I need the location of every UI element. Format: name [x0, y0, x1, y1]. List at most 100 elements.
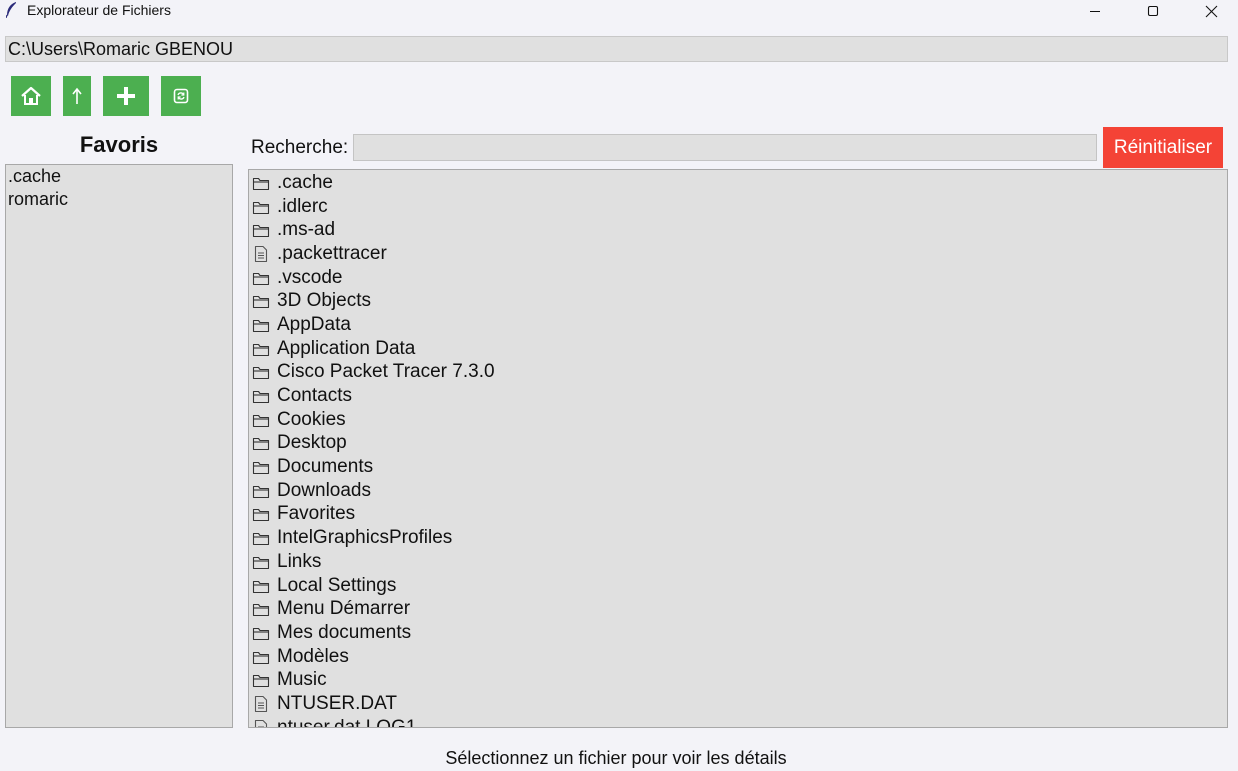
- folder-icon: [251, 647, 271, 667]
- file-row[interactable]: Links: [249, 550, 1227, 574]
- file-row[interactable]: ntuser.dat.LOG1: [249, 716, 1227, 728]
- folder-icon: [251, 410, 271, 430]
- file-name: .cache: [277, 171, 333, 193]
- folder-icon: [251, 362, 271, 382]
- folder-icon: [251, 173, 271, 193]
- file-name: .ms-ad: [277, 219, 336, 241]
- file-row[interactable]: .ms-ad: [249, 218, 1227, 242]
- up-button[interactable]: [63, 76, 91, 116]
- file-list[interactable]: .cache .idlerc .ms-ad .packettracer .vscode 3…: [248, 169, 1228, 728]
- file-name: .packettracer: [277, 242, 387, 264]
- document-icon: [251, 244, 271, 264]
- feather-icon: [5, 2, 18, 19]
- file-row[interactable]: Favorites: [249, 503, 1227, 527]
- title-bar: Explorateur de Fichiers: [0, 0, 1238, 22]
- folder-icon: [251, 197, 271, 217]
- path-bar[interactable]: C:\Users\Romaric GBENOU: [5, 36, 1228, 62]
- window-title: Explorateur de Fichiers: [27, 2, 171, 18]
- file-name: Contacts: [277, 385, 352, 407]
- favorite-item[interactable]: .cache: [6, 165, 232, 188]
- file-row[interactable]: AppData: [249, 313, 1227, 337]
- file-row[interactable]: .idlerc: [249, 195, 1227, 219]
- folder-icon: [251, 339, 271, 359]
- file-row[interactable]: NTUSER.DAT: [249, 692, 1227, 716]
- file-row[interactable]: Documents: [249, 455, 1227, 479]
- file-name: Music: [277, 669, 327, 691]
- file-row[interactable]: Cookies: [249, 408, 1227, 432]
- file-name: NTUSER.DAT: [277, 692, 397, 714]
- status-text: Sélectionnez un fichier pour voir les dé…: [445, 748, 787, 768]
- reset-button[interactable]: Réinitialiser: [1103, 127, 1223, 168]
- file-row[interactable]: 3D Objects: [249, 289, 1227, 313]
- file-name: Application Data: [277, 337, 416, 359]
- file-name: Desktop: [277, 432, 347, 454]
- favorites-list[interactable]: .cache romaric: [5, 164, 233, 728]
- folder-icon: [251, 481, 271, 501]
- file-row[interactable]: Local Settings: [249, 574, 1227, 598]
- file-row[interactable]: IntelGraphicsProfiles: [249, 526, 1227, 550]
- file-name: Documents: [277, 456, 374, 478]
- file-row[interactable]: .cache: [249, 171, 1227, 195]
- file-row[interactable]: .packettracer: [249, 242, 1227, 266]
- new-folder-button[interactable]: [103, 76, 149, 116]
- file-name: Favorites: [277, 503, 356, 525]
- document-icon: [251, 718, 271, 727]
- file-row[interactable]: .vscode: [249, 266, 1227, 290]
- home-icon: [21, 86, 41, 105]
- favorite-item[interactable]: romaric: [6, 188, 232, 211]
- folder-icon: [251, 552, 271, 572]
- folder-icon: [251, 599, 271, 619]
- file-name: Downloads: [277, 479, 371, 501]
- file-row[interactable]: Desktop: [249, 432, 1227, 456]
- document-icon: [251, 694, 271, 714]
- arrow-up-icon: [72, 87, 82, 104]
- file-name: Cisco Packet Tracer 7.3.0: [277, 361, 495, 383]
- folder-icon: [251, 528, 271, 548]
- folder-icon: [251, 386, 271, 406]
- file-name: ntuser.dat.LOG1: [277, 716, 417, 728]
- folder-icon: [251, 457, 271, 477]
- folder-icon: [251, 670, 271, 690]
- file-name: Menu Démarrer: [277, 598, 411, 620]
- folder-icon: [251, 268, 271, 288]
- file-name: Local Settings: [277, 574, 397, 596]
- folder-icon: [251, 576, 271, 596]
- folder-icon: [251, 623, 271, 643]
- file-name: Modèles: [277, 645, 349, 667]
- search-label: Recherche:: [251, 137, 349, 158]
- folder-icon: [251, 291, 271, 311]
- maximize-icon: [1147, 5, 1159, 17]
- file-name: Mes documents: [277, 621, 412, 643]
- home-button[interactable]: [11, 76, 51, 116]
- file-explorer-window: Explorateur de Fichiers C:\Users\Romaric…: [0, 0, 1238, 771]
- search-input[interactable]: [353, 134, 1097, 161]
- folder-icon: [251, 504, 271, 524]
- file-name: Cookies: [277, 408, 346, 430]
- file-row[interactable]: Application Data: [249, 337, 1227, 361]
- file-name: .vscode: [277, 266, 343, 288]
- file-row[interactable]: Downloads: [249, 479, 1227, 503]
- favorites-title: Favoris: [79, 132, 159, 157]
- folder-icon: [251, 220, 271, 240]
- folder-icon: [251, 315, 271, 335]
- minimize-button[interactable]: [1066, 0, 1124, 22]
- plus-icon: [117, 87, 135, 105]
- refresh-button[interactable]: [161, 76, 201, 116]
- refresh-icon: [173, 88, 189, 104]
- file-name: Links: [277, 550, 322, 572]
- folder-icon: [251, 433, 271, 453]
- file-row[interactable]: Music: [249, 668, 1227, 692]
- file-name: 3D Objects: [277, 290, 371, 312]
- file-name: AppData: [277, 313, 351, 335]
- close-icon: [1205, 5, 1217, 17]
- file-row[interactable]: Menu Démarrer: [249, 597, 1227, 621]
- close-button[interactable]: [1182, 0, 1238, 22]
- file-name: .idlerc: [277, 195, 328, 217]
- file-row[interactable]: Cisco Packet Tracer 7.3.0: [249, 361, 1227, 385]
- file-row[interactable]: Modèles: [249, 645, 1227, 669]
- file-name: IntelGraphicsProfiles: [277, 527, 453, 549]
- minimize-icon: [1090, 11, 1100, 12]
- file-row[interactable]: Mes documents: [249, 621, 1227, 645]
- maximize-button[interactable]: [1124, 0, 1182, 22]
- file-row[interactable]: Contacts: [249, 384, 1227, 408]
